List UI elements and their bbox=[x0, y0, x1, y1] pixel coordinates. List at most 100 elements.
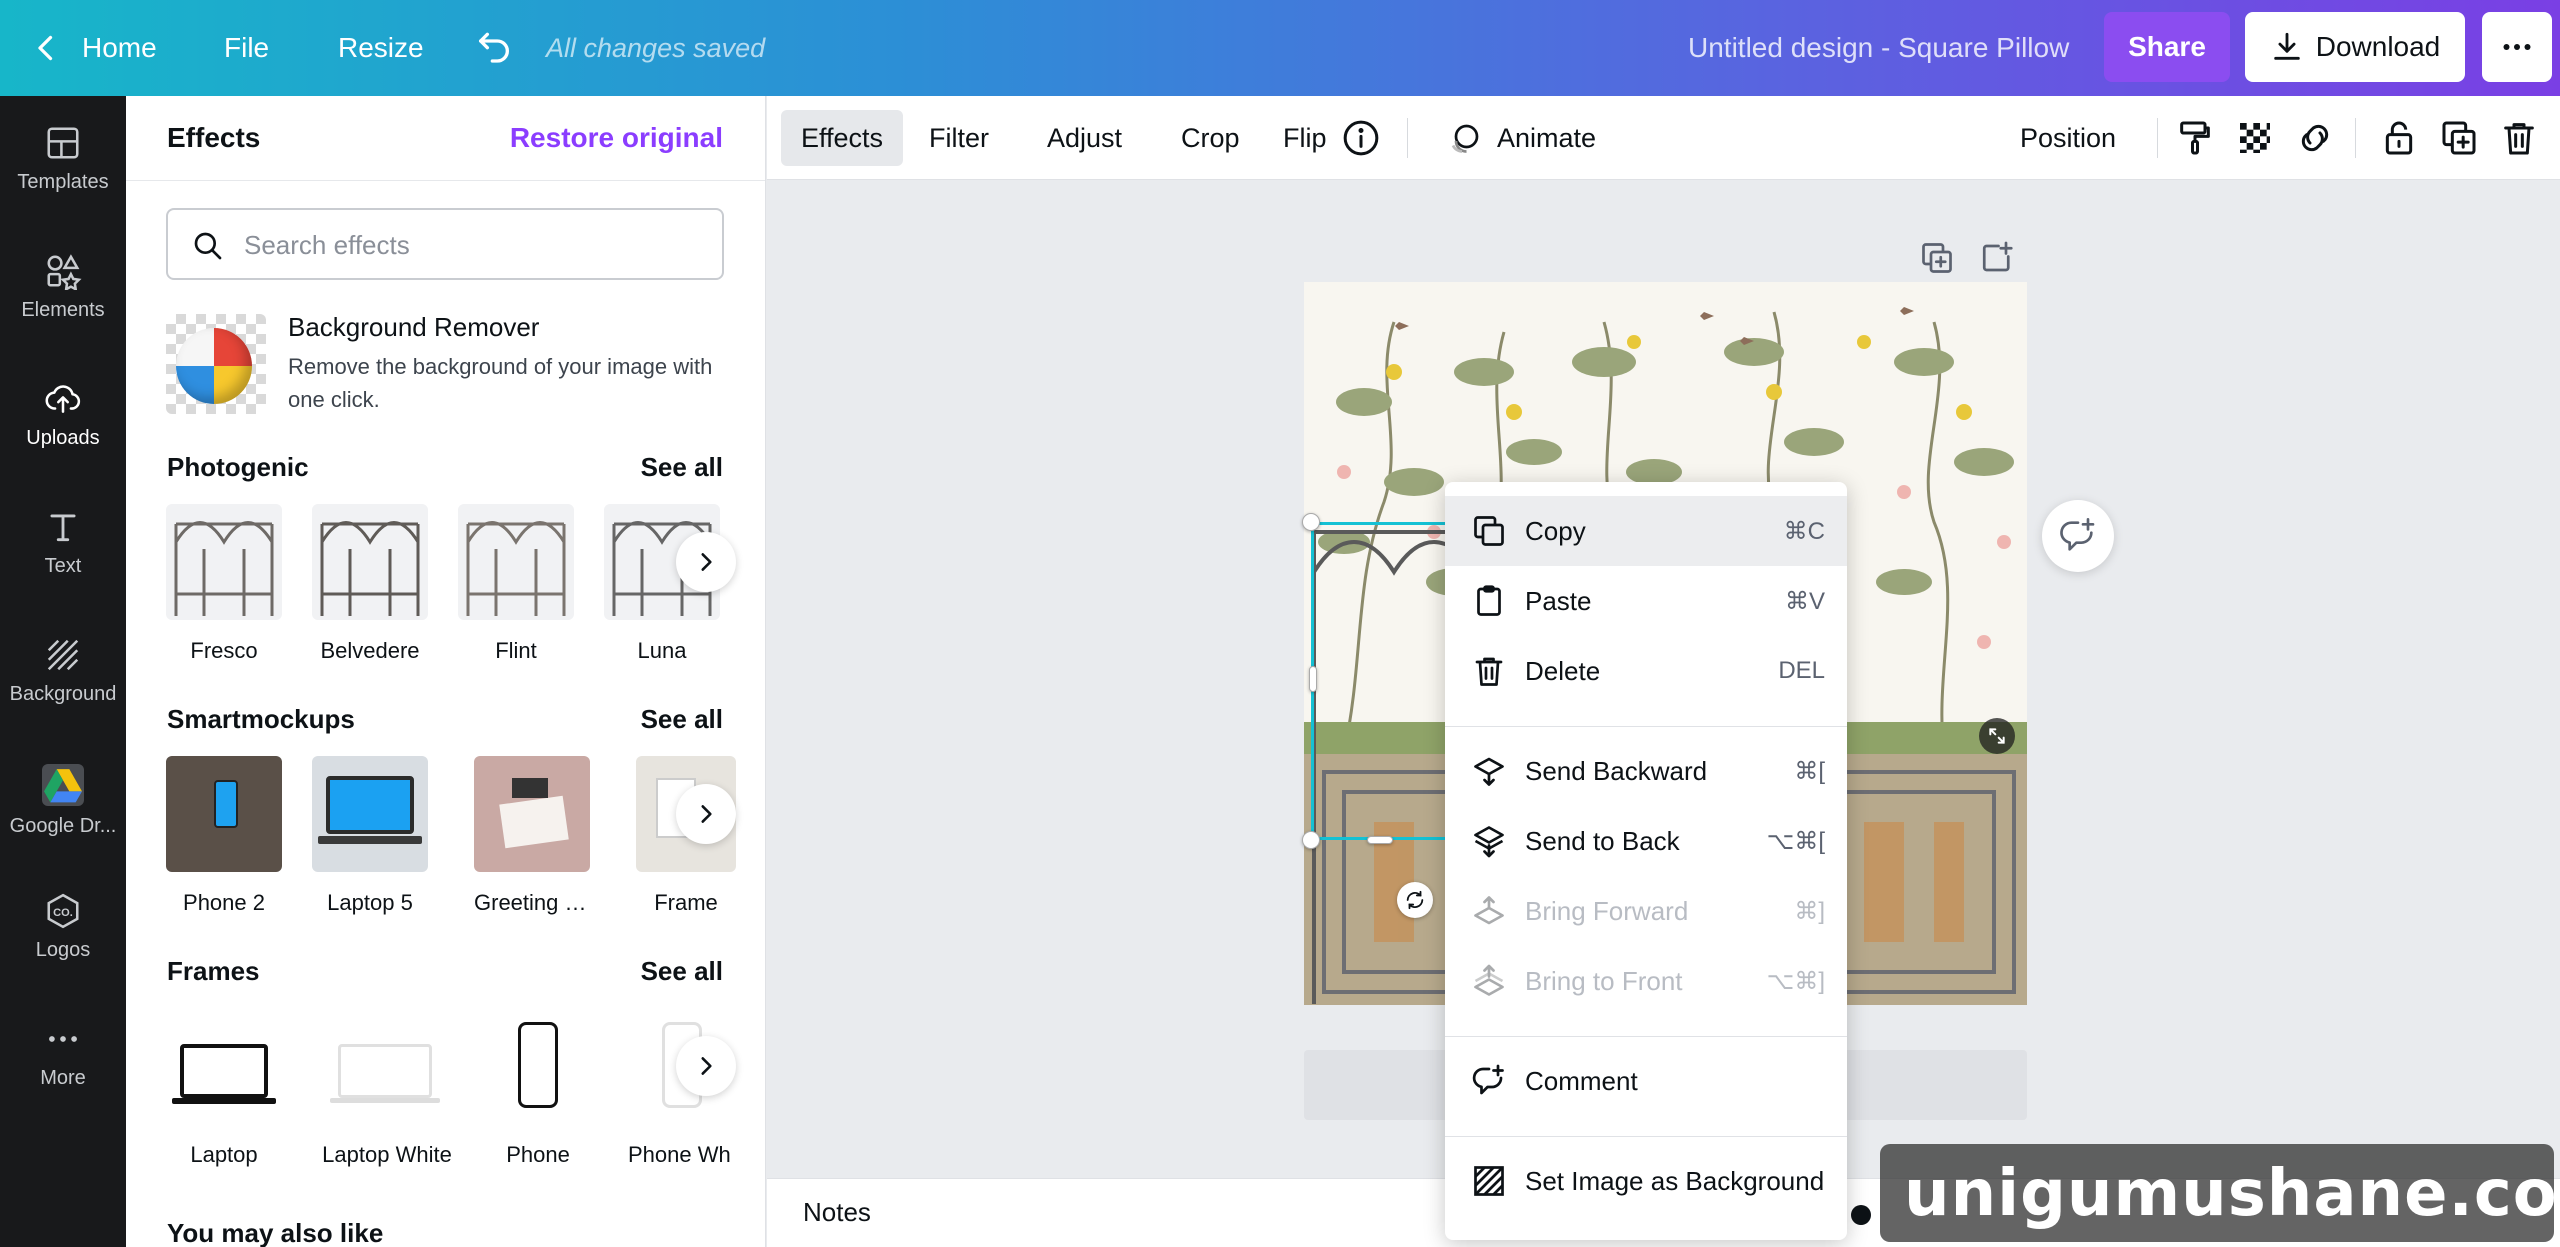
chevron-right-icon bbox=[701, 805, 712, 823]
info-icon[interactable] bbox=[1341, 118, 1381, 158]
more-options-button[interactable] bbox=[2482, 12, 2552, 82]
share-button[interactable]: Share bbox=[2104, 12, 2230, 82]
toolbar-divider bbox=[1407, 118, 1408, 158]
add-page-icon[interactable] bbox=[1979, 240, 2015, 276]
bring-to-front-icon bbox=[1474, 964, 1504, 996]
svg-text:CO.: CO. bbox=[53, 907, 73, 919]
tab-adjust[interactable]: Adjust bbox=[1027, 110, 1142, 166]
menu-item-delete[interactable]: Delete DEL bbox=[1445, 636, 1847, 706]
selected-image-outline[interactable] bbox=[1311, 522, 1451, 840]
rail-item-elements[interactable]: Elements bbox=[0, 224, 126, 344]
menu-item-paste[interactable]: Paste ⌘V bbox=[1445, 566, 1847, 636]
mockup-label: Frame bbox=[654, 890, 718, 915]
resize-menu[interactable]: Resize bbox=[338, 28, 424, 68]
duplicate-icon[interactable] bbox=[2439, 118, 2479, 158]
rail-label-elements: Elements bbox=[21, 299, 105, 321]
bring-forward-icon bbox=[1474, 896, 1504, 925]
text-icon bbox=[50, 514, 76, 542]
menu-item-copy[interactable]: Copy ⌘C bbox=[1445, 496, 1847, 566]
you-may-also-like-title: You may also like bbox=[167, 1218, 384, 1247]
rail-item-uploads[interactable]: Uploads bbox=[0, 352, 126, 472]
rail-item-more[interactable]: More bbox=[0, 992, 126, 1112]
menu-item-send-backward[interactable]: Send Backward ⌘[ bbox=[1445, 736, 1847, 806]
clipboard-icon bbox=[1477, 585, 1501, 616]
rail-item-templates[interactable]: Templates bbox=[0, 96, 126, 216]
menu-item-label: Copy bbox=[1525, 515, 1586, 546]
background-remover-description: Remove the background of your image with… bbox=[288, 354, 713, 412]
copy-page-icon[interactable] bbox=[1919, 240, 1955, 276]
background-icon bbox=[1474, 1166, 1504, 1196]
menu-item-send-to-back[interactable]: Send to Back ⌥⌘[ bbox=[1445, 806, 1847, 876]
menu-item-set-image-as-background[interactable]: Set Image as Background bbox=[1445, 1146, 1847, 1216]
expand-image-button[interactable] bbox=[1979, 718, 2015, 754]
frame-label: Laptop White bbox=[322, 1142, 452, 1167]
rotate-handle[interactable] bbox=[1397, 882, 1433, 918]
effect-fresco[interactable]: Fresco bbox=[166, 504, 282, 664]
tab-filter[interactable]: Filter bbox=[909, 110, 1009, 166]
notes-button[interactable]: Notes bbox=[803, 1197, 871, 1228]
frame-phone[interactable]: Phone bbox=[480, 1008, 596, 1168]
frames-next-button[interactable] bbox=[676, 1036, 736, 1096]
transparency-icon[interactable] bbox=[2235, 118, 2275, 158]
tab-label: Flip bbox=[1283, 122, 1327, 153]
phone-frame-thumbnail bbox=[480, 1008, 596, 1124]
download-button[interactable]: Download bbox=[2245, 12, 2465, 82]
frame-label: Phone Wh bbox=[628, 1142, 731, 1167]
resize-handle-left[interactable] bbox=[1309, 666, 1317, 692]
smartmockups-title: Smartmockups bbox=[167, 704, 355, 734]
home-link[interactable]: Home bbox=[82, 28, 157, 68]
background-remover-title[interactable]: Background Remover bbox=[288, 312, 539, 343]
menu-item-comment[interactable]: Comment bbox=[1445, 1046, 1847, 1116]
google-drive-icon bbox=[42, 764, 84, 806]
lock-icon[interactable] bbox=[2379, 118, 2419, 158]
smartmockups-next-button[interactable] bbox=[676, 784, 736, 844]
mockup-phone-2[interactable]: Phone 2 bbox=[166, 756, 282, 916]
design-title[interactable]: Untitled design - Square Pillow bbox=[1688, 28, 2069, 68]
resize-handle-bottom-left[interactable] bbox=[1302, 831, 1320, 849]
rail-label-background: Background bbox=[9, 683, 117, 705]
link-icon[interactable] bbox=[2295, 118, 2335, 158]
mockup-laptop-5[interactable]: Laptop 5 bbox=[312, 756, 428, 916]
resize-handle-top-left[interactable] bbox=[1302, 513, 1320, 531]
file-menu[interactable]: File bbox=[224, 28, 269, 68]
undo-icon[interactable] bbox=[474, 26, 514, 66]
smartmockups-see-all[interactable]: See all bbox=[641, 704, 723, 735]
rail-item-text[interactable]: Text bbox=[0, 480, 126, 600]
tab-effects[interactable]: Effects bbox=[781, 110, 904, 166]
frame-laptop[interactable]: Laptop bbox=[166, 1008, 282, 1168]
animate-button[interactable]: Animate bbox=[1427, 110, 1616, 166]
tab-crop[interactable]: Crop bbox=[1161, 110, 1260, 166]
page-indicator-dot[interactable] bbox=[1851, 1205, 1871, 1225]
chevron-right-icon bbox=[701, 1057, 712, 1075]
chevron-left-icon[interactable] bbox=[28, 30, 64, 66]
trash-icon[interactable] bbox=[2499, 118, 2539, 158]
rail-item-background[interactable]: Background bbox=[0, 608, 126, 728]
background-remover-thumbnail[interactable] bbox=[166, 314, 266, 414]
greeting-card-thumbnail bbox=[474, 756, 590, 872]
position-button[interactable]: Position bbox=[2000, 110, 2136, 166]
frame-laptop-white[interactable]: Laptop White bbox=[322, 1008, 452, 1168]
watermark-overlay: unigumushane.com bbox=[1880, 1144, 2560, 1242]
resize-handle-bottom[interactable] bbox=[1367, 836, 1393, 844]
tab-flip[interactable]: Flip bbox=[1263, 110, 1347, 166]
photogenic-see-all[interactable]: See all bbox=[641, 452, 723, 483]
menu-divider bbox=[1445, 1036, 1847, 1037]
mockup-greeting-card[interactable]: Greeting car... bbox=[474, 756, 590, 916]
rail-item-google-drive[interactable]: Google Dr... bbox=[0, 736, 126, 856]
frames-title: Frames bbox=[167, 956, 260, 986]
mockup-label: Phone 2 bbox=[183, 890, 265, 915]
expand-icon bbox=[1989, 728, 2005, 744]
search-effects-input[interactable] bbox=[244, 224, 704, 266]
rail-item-logos[interactable]: CO. Logos bbox=[0, 864, 126, 984]
add-comment-button[interactable] bbox=[2042, 500, 2114, 572]
effect-flint[interactable]: Flint bbox=[458, 504, 574, 664]
menu-item-label: Bring to Front bbox=[1525, 965, 1683, 996]
effect-belvedere[interactable]: Belvedere bbox=[312, 504, 428, 664]
left-rail: Templates Elements Uploads Text Backgrou… bbox=[0, 96, 126, 1247]
paint-roller-icon[interactable] bbox=[2175, 118, 2215, 158]
restore-original-button[interactable]: Restore original bbox=[510, 122, 723, 154]
rail-label-text: Text bbox=[44, 555, 82, 577]
menu-item-shortcut: ⌘V bbox=[1784, 587, 1825, 615]
photogenic-next-button[interactable] bbox=[676, 532, 736, 592]
frames-see-all[interactable]: See all bbox=[641, 956, 723, 987]
